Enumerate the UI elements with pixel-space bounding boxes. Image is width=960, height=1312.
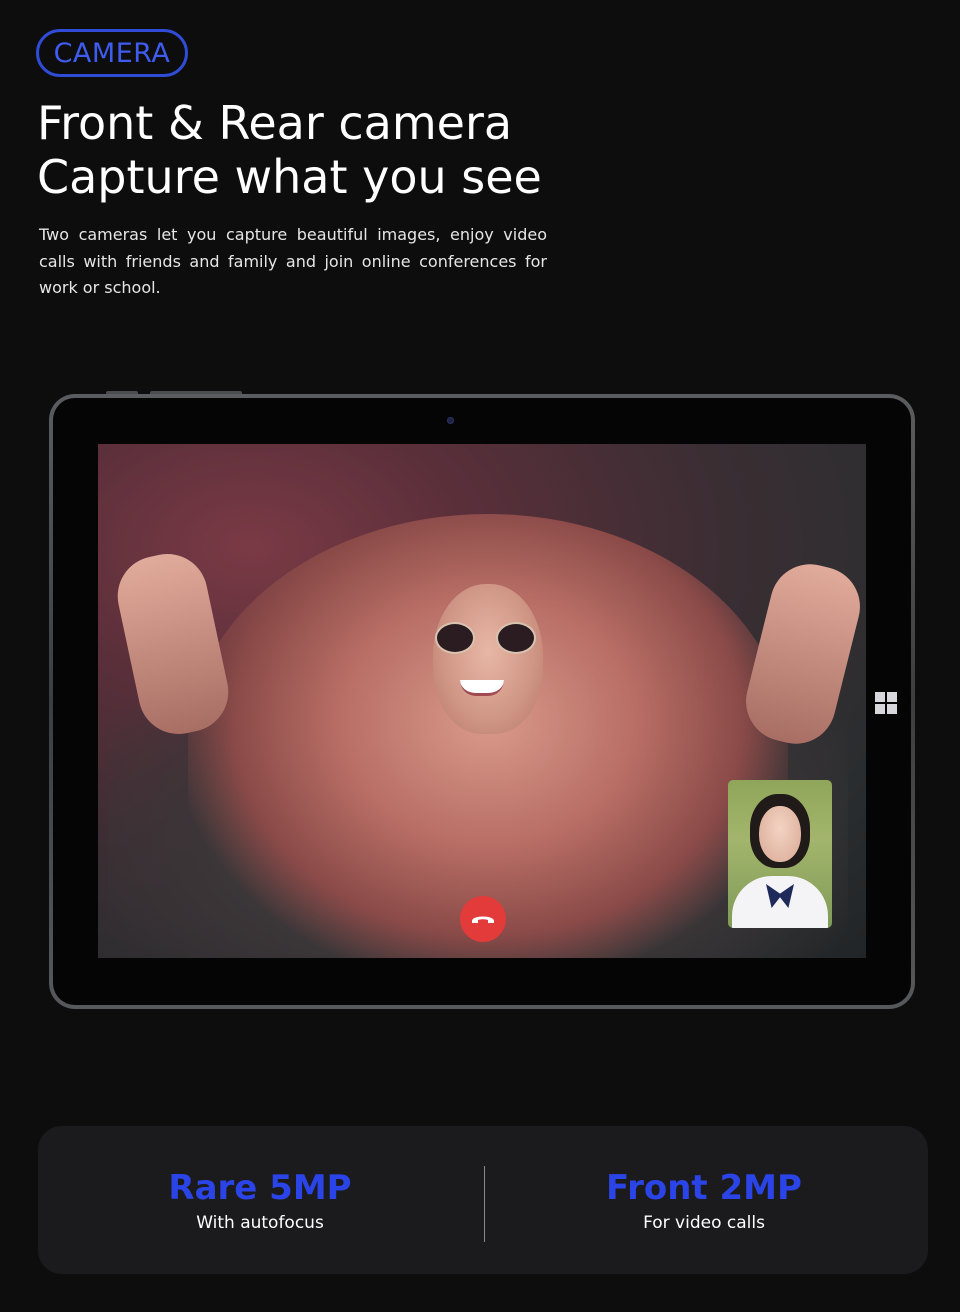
spec-title: Front 2MP	[606, 1168, 802, 1208]
sunglasses-right-lens	[496, 622, 536, 654]
headline-line-1: Front & Rear camera	[37, 96, 513, 150]
phone-hangup-icon	[472, 916, 494, 923]
tablet-bezel	[53, 398, 911, 1005]
badge-label: CAMERA	[53, 37, 171, 69]
camera-specs-card: Rare 5MP With autofocus Front 2MP For vi…	[38, 1126, 928, 1274]
spec-title: Rare 5MP	[168, 1168, 352, 1208]
video-call-screen	[98, 444, 866, 958]
windows-logo-icon[interactable]	[875, 692, 897, 714]
main-caller-face	[433, 584, 543, 734]
self-view-face	[759, 806, 801, 862]
spec-front-camera: Front 2MP For video calls	[554, 1166, 854, 1236]
end-call-button[interactable]	[460, 896, 506, 942]
description-text: Two cameras let you capture beautiful im…	[39, 225, 547, 297]
page-title: Front & Rear camera Capture what you see	[37, 96, 637, 204]
windows-logo-pane	[887, 692, 897, 702]
windows-logo-pane	[875, 704, 885, 714]
spec-subtitle: With autofocus	[196, 1213, 324, 1233]
self-view-uniform	[732, 876, 828, 928]
camera-lens-icon	[447, 417, 454, 424]
main-caller-hair	[188, 514, 788, 958]
windows-logo-pane	[875, 692, 885, 702]
sunglasses-left-lens	[435, 622, 475, 654]
category-badge: CAMERA	[36, 29, 188, 77]
spec-subtitle: For video calls	[643, 1213, 765, 1233]
self-view-video[interactable]	[728, 780, 832, 928]
windows-logo-pane	[887, 704, 897, 714]
spec-rear-camera: Rare 5MP With autofocus	[110, 1166, 410, 1236]
headline-line-2: Capture what you see	[37, 150, 542, 204]
tablet-device	[49, 394, 915, 1009]
spec-divider	[484, 1166, 485, 1242]
